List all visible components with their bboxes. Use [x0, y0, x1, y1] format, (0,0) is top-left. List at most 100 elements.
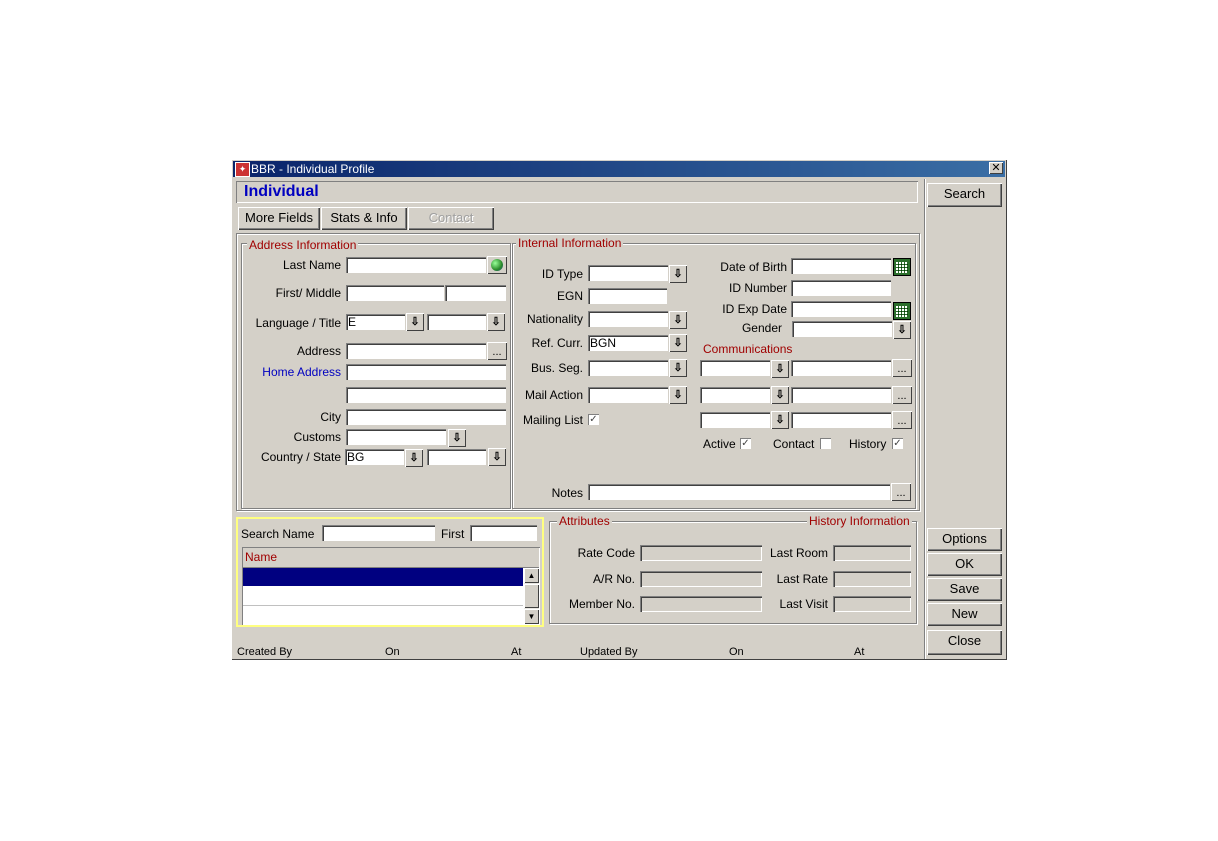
mail-action-label: Mail Action	[524, 388, 583, 402]
dob-input[interactable]	[791, 258, 891, 274]
language-input[interactable]: E	[346, 314, 405, 330]
middle-name-input[interactable]	[445, 285, 506, 301]
window-close-button[interactable]: ✕	[989, 162, 1003, 174]
title-dropdown-icon[interactable]: ⇩	[487, 313, 505, 331]
dob-calendar-icon[interactable]	[893, 258, 911, 276]
last-name-label: Last Name	[282, 258, 341, 272]
ref-curr-input[interactable]: BGN	[588, 335, 668, 351]
notes-input[interactable]	[588, 484, 890, 500]
language-dropdown-icon[interactable]: ⇩	[406, 313, 424, 331]
last-visit-field	[833, 596, 911, 612]
grid-row[interactable]	[243, 606, 523, 624]
egn-label: EGN	[556, 289, 583, 303]
mail-action-input[interactable]	[588, 387, 668, 403]
id-exp-label: ID Exp Date	[722, 302, 787, 316]
customs-dropdown-icon[interactable]: ⇩	[448, 429, 466, 447]
address-more-button[interactable]: ...	[487, 342, 507, 360]
comm-type-2-input[interactable]	[700, 387, 770, 403]
home-address-label[interactable]: Home Address	[241, 365, 341, 379]
comm-type-2-dropdown-icon[interactable]: ⇩	[771, 386, 789, 404]
first-middle-label: First/ Middle	[275, 286, 341, 300]
mail-action-dropdown-icon[interactable]: ⇩	[669, 386, 687, 404]
last-visit-label: Last Visit	[779, 597, 828, 611]
save-button[interactable]: Save	[927, 578, 1002, 601]
search-first-input[interactable]	[470, 525, 537, 541]
gender-dropdown-icon[interactable]: ⇩	[893, 321, 911, 339]
comm-1-more-button[interactable]: ...	[892, 359, 912, 377]
app-icon: ✦	[235, 162, 250, 177]
active-label: Active	[703, 437, 736, 451]
id-exp-calendar-icon[interactable]	[893, 302, 911, 320]
country-dropdown-icon[interactable]: ⇩	[405, 449, 423, 467]
more-fields-button[interactable]: More Fields	[238, 207, 320, 230]
state-dropdown-icon[interactable]: ⇩	[488, 448, 506, 466]
search-results-grid[interactable]: Name ▲ ▼	[242, 547, 540, 625]
nationality-input[interactable]	[588, 311, 668, 327]
comm-type-1-dropdown-icon[interactable]: ⇩	[771, 360, 789, 378]
communications-title: Communications	[703, 342, 793, 356]
scroll-thumb[interactable]	[524, 584, 539, 608]
member-no-field	[640, 596, 762, 612]
search-name-input[interactable]	[322, 525, 435, 541]
address-line3-input[interactable]	[346, 387, 506, 403]
gender-input[interactable]	[792, 321, 892, 337]
title-input[interactable]	[427, 314, 486, 330]
customs-label: Customs	[293, 430, 341, 444]
notes-more-button[interactable]: ...	[891, 483, 911, 501]
comm-2-more-button[interactable]: ...	[892, 386, 912, 404]
bus-seg-dropdown-icon[interactable]: ⇩	[669, 359, 687, 377]
last-rate-field	[833, 571, 911, 587]
address-line2-input[interactable]	[346, 364, 506, 380]
address-label: Address	[296, 344, 341, 358]
country-state-label: Country / State	[260, 450, 341, 464]
ok-button[interactable]: OK	[927, 553, 1002, 576]
nationality-dropdown-icon[interactable]: ⇩	[669, 311, 687, 329]
comm-type-3-dropdown-icon[interactable]: ⇩	[771, 411, 789, 429]
comm-value-1-input[interactable]	[791, 360, 891, 376]
comm-type-3-input[interactable]	[700, 412, 770, 428]
mailing-list-checkbox[interactable]: ✓	[588, 414, 599, 425]
id-type-dropdown-icon[interactable]: ⇩	[669, 265, 687, 283]
ar-no-label: A/R No.	[592, 572, 635, 586]
created-by-label: Created By	[237, 646, 293, 658]
comm-value-2-input[interactable]	[791, 387, 891, 403]
comm-3-more-button[interactable]: ...	[892, 411, 912, 429]
scroll-up-icon[interactable]: ▲	[524, 568, 539, 583]
search-button[interactable]: Search	[927, 183, 1002, 207]
grid-row[interactable]	[243, 587, 523, 606]
grid-header-name[interactable]: Name	[245, 550, 277, 564]
address-line1-input[interactable]	[346, 343, 486, 359]
id-number-input[interactable]	[791, 280, 891, 296]
created-at-label: At	[511, 646, 522, 658]
stats-info-button[interactable]: Stats & Info	[321, 207, 407, 230]
contact-checkbox[interactable]	[820, 438, 831, 449]
grid-row-selected[interactable]	[243, 568, 523, 586]
last-room-field	[833, 545, 911, 561]
egn-input[interactable]	[588, 288, 667, 304]
bus-seg-input[interactable]	[588, 360, 668, 376]
new-button[interactable]: New	[927, 603, 1002, 626]
customs-input[interactable]	[346, 429, 446, 445]
globe-icon[interactable]	[487, 256, 507, 274]
options-button[interactable]: Options	[927, 528, 1002, 551]
ref-curr-dropdown-icon[interactable]: ⇩	[669, 334, 687, 352]
scroll-down-icon[interactable]: ▼	[524, 609, 539, 624]
country-input[interactable]: BG	[345, 449, 404, 465]
last-name-input[interactable]	[346, 257, 486, 273]
active-checkbox[interactable]: ✓	[740, 438, 751, 449]
id-number-label: ID Number	[728, 281, 787, 295]
ref-curr-label: Ref. Curr.	[531, 336, 583, 350]
id-exp-input[interactable]	[791, 301, 891, 317]
city-label: City	[320, 410, 341, 424]
comm-value-3-input[interactable]	[791, 412, 891, 428]
city-input[interactable]	[346, 409, 506, 425]
grid-scrollbar[interactable]: ▲ ▼	[524, 568, 539, 624]
history-checkbox[interactable]: ✓	[892, 438, 903, 449]
first-name-input[interactable]	[346, 285, 444, 301]
id-type-input[interactable]	[588, 265, 668, 281]
close-button[interactable]: Close	[927, 630, 1002, 655]
history-group-title: History Information	[807, 514, 912, 528]
contact-label: Contact	[773, 437, 815, 451]
state-input[interactable]	[427, 449, 486, 465]
comm-type-1-input[interactable]	[700, 360, 770, 376]
